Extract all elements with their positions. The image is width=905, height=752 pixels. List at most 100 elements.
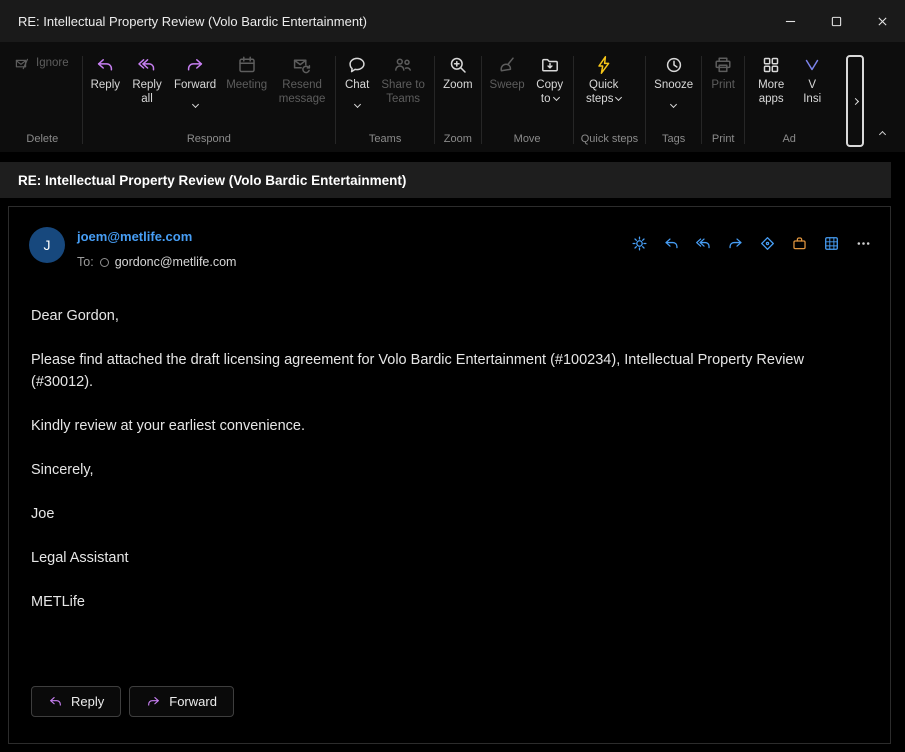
ribbon: Ignore Delete Reply Reply all Forward bbox=[0, 42, 905, 152]
chevron-up-icon bbox=[879, 131, 886, 138]
meeting-icon bbox=[237, 55, 257, 75]
lightning-bolt-icon bbox=[594, 55, 614, 75]
share-to-teams-button[interactable]: Share to Teams bbox=[375, 50, 431, 110]
more-actions-button[interactable] bbox=[855, 235, 872, 252]
button-label: Zoom bbox=[443, 79, 472, 91]
ribbon-group-add-ins: More apps V Insi Ad bbox=[748, 42, 830, 152]
forward-button[interactable]: Forward bbox=[169, 50, 221, 107]
button-label: Snooze bbox=[654, 79, 693, 91]
button-label: Chat bbox=[345, 79, 369, 91]
body-paragraph: Joe bbox=[31, 503, 868, 525]
minimize-icon bbox=[785, 16, 796, 27]
ribbon-group-label: Quick steps bbox=[577, 131, 642, 152]
message-header: J joem@metlife.com To: gordonc@metlife.c… bbox=[9, 207, 890, 269]
ribbon-group-print: Print Print bbox=[705, 42, 741, 152]
forward-icon bbox=[727, 235, 744, 252]
header-reply-button[interactable] bbox=[663, 235, 680, 252]
minimize-button[interactable] bbox=[767, 0, 813, 42]
button-label: Print bbox=[711, 79, 735, 91]
sticky-note-app-button[interactable] bbox=[791, 235, 808, 252]
more-apps-icon bbox=[761, 55, 781, 75]
sticky-note-icon bbox=[791, 235, 808, 252]
ribbon-group-label: Tags bbox=[649, 131, 698, 152]
to-label: To: bbox=[77, 255, 94, 269]
ignore-icon bbox=[14, 56, 30, 72]
reply-all-button[interactable]: Reply all bbox=[125, 50, 169, 110]
ribbon-group-zoom: Zoom Zoom bbox=[438, 42, 477, 152]
body-paragraph: Kindly review at your earliest convenien… bbox=[31, 415, 868, 437]
summarize-button[interactable] bbox=[631, 235, 648, 252]
ribbon-group-label: Delete bbox=[6, 131, 79, 152]
footer-reply-button[interactable]: Reply bbox=[31, 686, 121, 717]
maximize-button[interactable] bbox=[813, 0, 859, 42]
diamond-tag-icon bbox=[759, 235, 776, 252]
body-paragraph: Dear Gordon, bbox=[31, 305, 868, 327]
header-forward-button[interactable] bbox=[727, 235, 744, 252]
tag-app-button[interactable] bbox=[759, 235, 776, 252]
meeting-button[interactable]: Meeting bbox=[221, 50, 272, 96]
recipient-row: To: gordonc@metlife.com bbox=[77, 255, 631, 269]
ribbon-group-label: Move bbox=[485, 131, 570, 152]
copy-to-icon bbox=[540, 55, 560, 75]
message-footer: Reply Forward bbox=[9, 666, 890, 743]
sweep-button[interactable]: Sweep bbox=[485, 50, 530, 96]
footer-forward-label: Forward bbox=[169, 694, 217, 709]
zoom-button[interactable]: Zoom bbox=[438, 50, 477, 96]
snooze-button[interactable]: Snooze bbox=[649, 50, 698, 107]
group-separator bbox=[335, 56, 336, 144]
window-title: RE: Intellectual Property Review (Volo B… bbox=[0, 14, 367, 29]
content-area: RE: Intellectual Property Review (Volo B… bbox=[0, 152, 905, 752]
body-paragraph: Sincerely, bbox=[31, 459, 868, 481]
button-label: Reply bbox=[91, 79, 120, 91]
reply-icon bbox=[663, 235, 680, 252]
forward-icon bbox=[185, 55, 205, 75]
body-paragraph: Legal Assistant bbox=[31, 547, 868, 569]
sender-avatar[interactable]: J bbox=[29, 227, 65, 263]
viva-insights-icon bbox=[802, 55, 822, 75]
reply-icon bbox=[48, 694, 63, 709]
window-controls bbox=[767, 0, 905, 42]
resend-message-button[interactable]: Resend message bbox=[272, 50, 332, 110]
resend-message-icon bbox=[292, 55, 312, 75]
ignore-button[interactable]: Ignore bbox=[6, 50, 79, 78]
reply-icon bbox=[95, 55, 115, 75]
ribbon-scroll-right-button[interactable] bbox=[846, 55, 864, 147]
print-button[interactable]: Print bbox=[705, 50, 741, 96]
titlebar: RE: Intellectual Property Review (Volo B… bbox=[0, 0, 905, 42]
collapse-ribbon-button[interactable] bbox=[876, 121, 889, 144]
sender-email-link[interactable]: joem@metlife.com bbox=[77, 227, 192, 244]
button-label: Resend message bbox=[279, 79, 326, 105]
button-label: Forward bbox=[174, 79, 216, 91]
body-paragraph: METLife bbox=[31, 591, 868, 613]
apps-button[interactable] bbox=[823, 235, 840, 252]
outlook-message-window: RE: Intellectual Property Review (Volo B… bbox=[0, 0, 905, 752]
header-reply-all-button[interactable] bbox=[695, 235, 712, 252]
ribbon-group-label: Print bbox=[705, 131, 741, 152]
reply-button[interactable]: Reply bbox=[86, 50, 125, 96]
button-label: Sweep bbox=[490, 79, 525, 91]
more-apps-button[interactable]: More apps bbox=[748, 50, 794, 110]
button-label: V Insi bbox=[803, 79, 821, 105]
group-separator bbox=[573, 56, 574, 144]
footer-forward-button[interactable]: Forward bbox=[129, 686, 234, 717]
copy-to-button[interactable]: Copy to bbox=[530, 50, 570, 110]
reply-all-icon bbox=[695, 235, 712, 252]
group-separator bbox=[645, 56, 646, 144]
ribbon-group-label: Respond bbox=[86, 131, 333, 152]
ellipsis-icon bbox=[855, 235, 872, 252]
button-label: More apps bbox=[758, 79, 784, 105]
message-action-bar bbox=[631, 227, 872, 252]
chat-button[interactable]: Chat bbox=[339, 50, 375, 107]
message-card: J joem@metlife.com To: gordonc@metlife.c… bbox=[8, 206, 891, 744]
recipient-email[interactable]: gordonc@metlife.com bbox=[115, 255, 237, 269]
close-button[interactable] bbox=[859, 0, 905, 42]
reply-all-icon bbox=[137, 55, 157, 75]
ribbon-group-respond: Reply Reply all Forward Meeting R bbox=[86, 42, 333, 152]
button-label: Ignore bbox=[36, 57, 69, 69]
sender-info: joem@metlife.com To: gordonc@metlife.com bbox=[77, 227, 631, 269]
quick-steps-button[interactable]: Quick steps bbox=[577, 50, 631, 110]
email-subject-header: RE: Intellectual Property Review (Volo B… bbox=[0, 162, 891, 198]
viva-insights-button[interactable]: V Insi bbox=[794, 50, 830, 110]
button-label: Share to Teams bbox=[381, 79, 424, 105]
ribbon-group-label: Zoom bbox=[438, 131, 477, 152]
